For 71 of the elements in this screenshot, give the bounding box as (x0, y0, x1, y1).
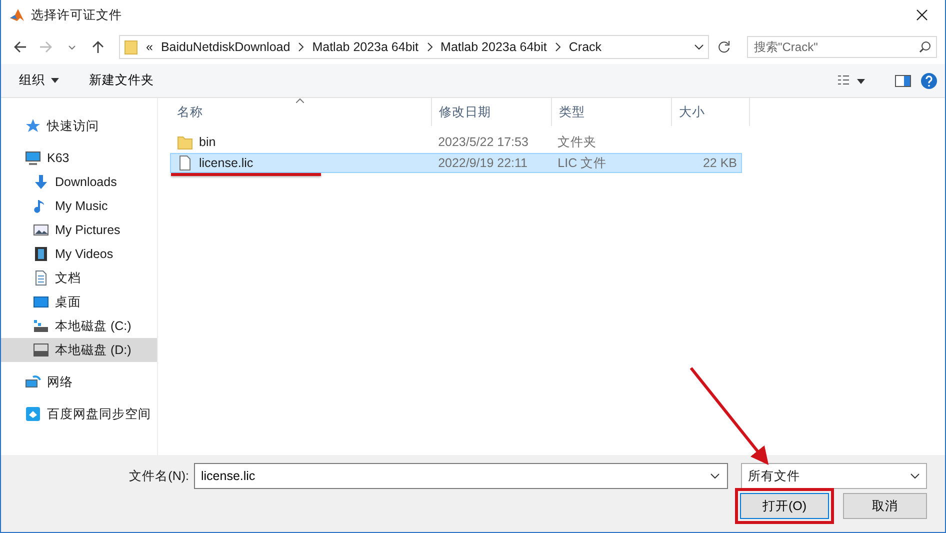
back-icon (13, 40, 27, 54)
chevron-icon (298, 42, 304, 52)
drive-icon (33, 342, 49, 358)
file-size: 22 KB (702, 156, 737, 170)
sort-caret-icon (296, 98, 304, 103)
column-header[interactable]: 类型 (552, 98, 672, 126)
file-name: bin (199, 135, 216, 149)
desktop-icon (33, 294, 49, 310)
file-name-field[interactable]: license.lic (194, 463, 728, 489)
column-header[interactable]: 名称 (170, 98, 432, 126)
organize-menu[interactable]: 组织 (19, 72, 59, 89)
search-field[interactable]: 搜索"Crack" (747, 36, 937, 58)
view-options-icon[interactable] (837, 74, 865, 86)
app-logo-icon (9, 7, 25, 23)
forward-icon (39, 40, 53, 54)
drive-icon (33, 318, 49, 334)
breadcrumb[interactable]: Matlab 2023a 64bit (440, 40, 547, 54)
star-icon (25, 118, 41, 134)
chevron-icon (426, 42, 433, 52)
folder-icon (177, 134, 193, 150)
document-icon (33, 270, 49, 286)
dropdown-icon (910, 473, 920, 479)
nav-item[interactable]: 本地磁盘 (C:) (1, 314, 157, 338)
new-folder-button[interactable]: 新建文件夹 (89, 72, 154, 89)
cancel-button[interactable]: 取消 (843, 493, 927, 519)
down-arrow-icon (33, 174, 49, 190)
cloud-drive-icon (25, 406, 41, 422)
nav-item[interactable]: 文档 (1, 266, 157, 290)
preview-pane-icon[interactable] (895, 74, 911, 86)
window-title: 选择许可证文件 (31, 6, 122, 24)
modified-date: 2022/9/19 22:11 (438, 156, 528, 170)
file-row[interactable]: license.lic 2022/9/19 22:11 LIC 文件 22 KB (170, 153, 742, 173)
breadcrumb[interactable]: BaiduNetdiskDownload (160, 40, 290, 54)
nav-item[interactable]: My Videos (1, 242, 157, 266)
film-icon (33, 246, 49, 262)
folder-icon (124, 39, 138, 55)
column-header[interactable]: 大小 (672, 98, 750, 126)
nav-item[interactable]: 网络 (1, 370, 157, 394)
up-icon (91, 40, 105, 54)
file-name-label: 文件名(N): (129, 468, 189, 484)
nav-item[interactable]: 本地磁盘 (D:) (1, 338, 157, 362)
nav-item[interactable]: 百度网盘同步空间 (1, 402, 157, 426)
caret-icon (51, 78, 59, 83)
nav-item[interactable]: My Music (1, 194, 157, 218)
close-icon (916, 9, 928, 21)
dropdown-icon (710, 473, 720, 479)
address-bar[interactable]: « BaiduNetdiskDownload Matlab 2023a 64bit Matlab 2023a 64bit Crack (119, 35, 709, 59)
dropdown-icon (694, 44, 704, 50)
computer-icon (25, 150, 41, 166)
breadcrumb[interactable]: Matlab 2023a 64bit (312, 40, 419, 54)
nav-item[interactable]: Downloads (1, 170, 157, 194)
breadcrumb[interactable]: Crack (568, 40, 602, 54)
nav-item[interactable]: K63 (1, 146, 157, 170)
file-type-dropdown[interactable]: 所有文件 (741, 463, 927, 489)
file-type: 文件夹 (558, 134, 597, 150)
nav-item[interactable]: 桌面 (1, 290, 157, 314)
network-icon (25, 374, 41, 390)
column-header[interactable]: 修改日期 (432, 98, 552, 126)
overflow-chevron[interactable]: « (146, 40, 153, 54)
file-icon (177, 155, 193, 171)
help-icon[interactable] (921, 72, 937, 88)
modified-date: 2023/5/22 17:53 (438, 135, 528, 149)
file-row[interactable]: bin 2023/5/22 17:53 文件夹 (170, 132, 742, 152)
chevron-icon (554, 42, 561, 52)
file-name: license.lic (199, 156, 254, 170)
nav-item[interactable]: 快速访问 (1, 114, 157, 138)
nav-item[interactable]: My Pictures (1, 218, 157, 242)
refresh-icon (717, 40, 731, 54)
picture-icon (33, 222, 49, 238)
file-type: LIC 文件 (558, 154, 607, 172)
search-icon (919, 41, 931, 53)
